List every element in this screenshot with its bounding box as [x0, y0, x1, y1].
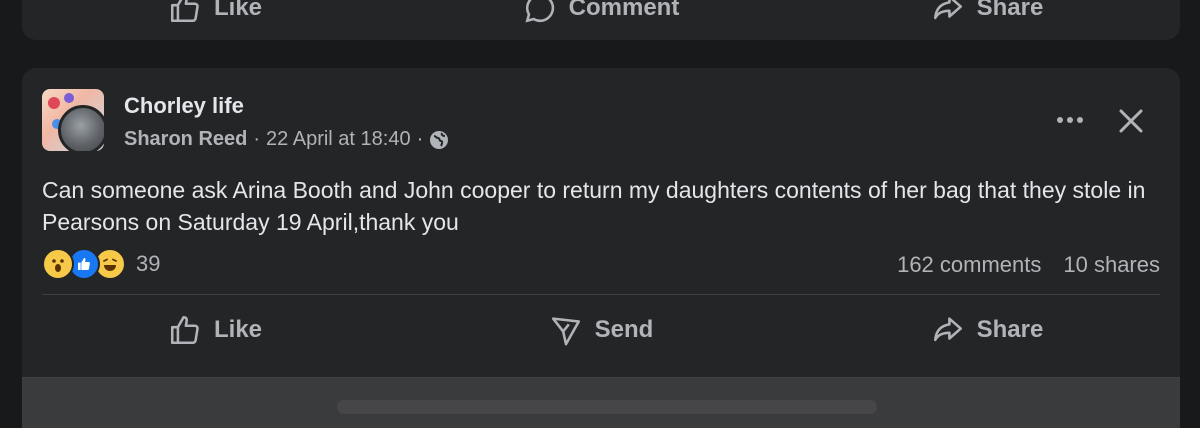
- engagement-stats: 162 comments 10 shares: [897, 252, 1160, 278]
- more-dot-icon: [1057, 117, 1063, 123]
- comment-label: Comment: [568, 0, 680, 21]
- like-button[interactable]: Like: [22, 0, 408, 28]
- post-meta: Sharon Reed · 22 April at 18:40 ·: [124, 128, 449, 151]
- share-icon: [933, 0, 962, 20]
- send-label: Send: [594, 316, 654, 343]
- previous-post-action-bar: Like Comment Share: [22, 0, 1180, 28]
- reaction-summary[interactable]: 39: [42, 248, 160, 280]
- like-label: Like: [213, 0, 263, 21]
- share-icon: [933, 317, 962, 342]
- previous-post-card: Like Comment Share: [22, 0, 1180, 40]
- like-button[interactable]: Like: [22, 308, 408, 352]
- post-card: Chorley life Sharon Reed · 22 April at 1…: [22, 68, 1180, 428]
- send-button[interactable]: Send: [408, 308, 794, 352]
- post-action-bar: Like Send Share: [22, 308, 1180, 352]
- meta-separator: ·: [253, 128, 261, 150]
- share-button[interactable]: Share: [794, 308, 1180, 352]
- divider: [42, 294, 1160, 295]
- share-label: Share: [976, 0, 1044, 21]
- thumbs-up-icon: [170, 0, 199, 23]
- group-avatar[interactable]: [42, 89, 104, 151]
- meta-separator: ·: [416, 128, 424, 150]
- like-label: Like: [213, 316, 263, 343]
- more-dot-icon: [1067, 117, 1073, 123]
- post-body-text: Can someone ask Arina Booth and John coo…: [42, 177, 1146, 235]
- share-button[interactable]: Share: [794, 0, 1180, 28]
- author-avatar[interactable]: [58, 105, 104, 151]
- group-name-link[interactable]: Chorley life: [124, 93, 244, 119]
- more-dot-icon: [1077, 117, 1083, 123]
- close-icon[interactable]: [1116, 106, 1146, 136]
- post-timestamp[interactable]: 22 April at 18:40: [266, 128, 411, 151]
- truncated-text-placeholder: [337, 400, 877, 414]
- reaction-count: 39: [136, 251, 161, 276]
- comment-button[interactable]: Comment: [408, 0, 794, 28]
- comment-preview-strip: [22, 378, 1180, 428]
- comment-icon: [525, 0, 554, 23]
- globe-icon: [430, 130, 449, 149]
- send-icon: [551, 317, 580, 346]
- thumbs-up-icon: [170, 315, 199, 345]
- shares-count-link[interactable]: 10 shares: [1063, 252, 1160, 278]
- wow-reaction-icon: [42, 248, 74, 280]
- more-options-button[interactable]: [1050, 108, 1090, 132]
- comments-count-link[interactable]: 162 comments: [897, 252, 1041, 278]
- author-name-link[interactable]: Sharon Reed: [124, 128, 247, 151]
- share-label: Share: [976, 316, 1044, 343]
